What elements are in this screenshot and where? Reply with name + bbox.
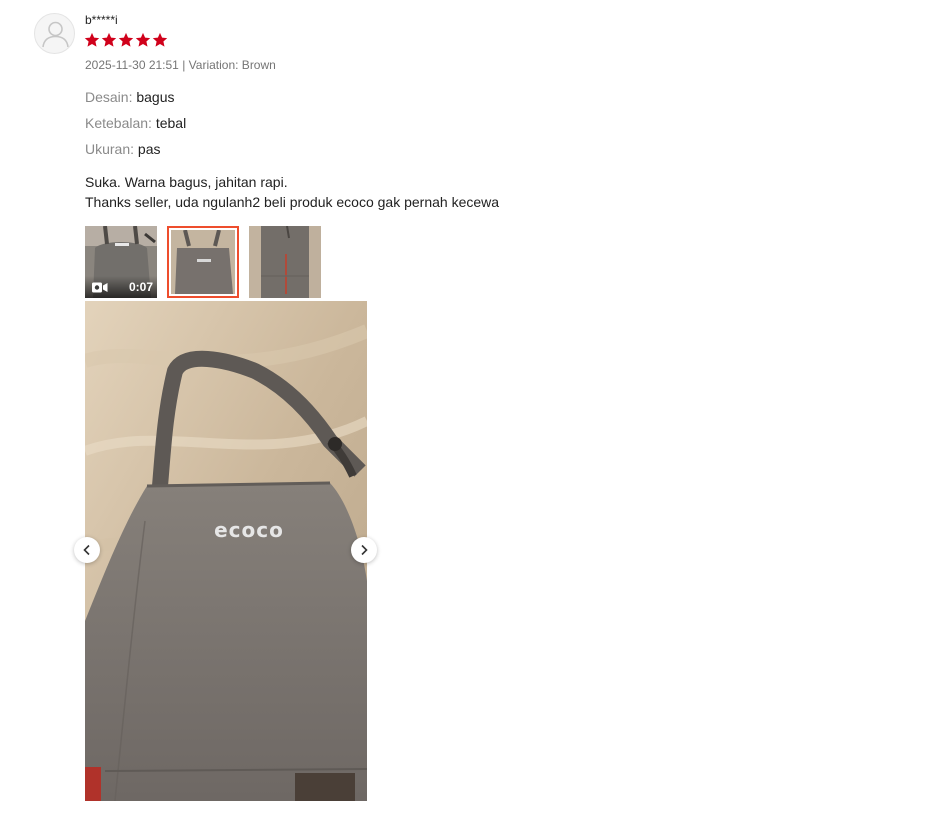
star-icon [135,32,151,47]
photo-thumbnail-selected[interactable] [167,226,239,298]
video-duration: 0:07 [128,280,153,294]
apron-photo-thumbnail [249,226,321,298]
attribute-label: Desain: [85,89,133,105]
video-thumbnail[interactable]: 0:07 [85,226,157,298]
attribute-value: bagus [136,89,175,105]
user-silhouette-icon [42,21,69,48]
meta-separator: | [182,58,186,72]
star-icon [152,32,168,47]
star-icon [118,32,134,47]
previous-media-button[interactable] [74,537,100,563]
avatar [34,13,75,54]
star-icon [84,32,100,47]
chevron-right-icon [361,544,368,556]
apron-product-photo: ecoco [85,301,367,801]
video-camera-icon [92,282,108,293]
media-thumbnails: 0:07 [85,226,325,298]
review-comment: Suka. Warna bagus, jahitan rapi. Thanks … [85,172,499,212]
next-media-button[interactable] [351,537,377,563]
attribute-label: Ketebalan: [85,115,152,131]
star-icon [101,32,117,47]
comment-line: Thanks seller, uda ngulanh2 beli produk … [85,194,500,210]
rating-stars [84,32,168,48]
attribute-ketebalan: Ketebalan: tebal [85,114,186,132]
attribute-value: pas [137,141,161,157]
review-meta: 2025-11-30 21:51 | Variation: Brown [85,58,276,72]
attribute-label: Ukuran: [85,141,135,157]
attribute-ukuran: Ukuran: pas [85,140,161,158]
review-variation: Variation: Brown [188,58,276,72]
chevron-left-icon [83,544,90,556]
apron-logo: ecoco [214,518,284,542]
product-review: b*****i 2025-11-30 21:51 | Variation: Br… [0,0,940,815]
reviewer-username: b*****i [85,13,118,27]
apron-photo-thumbnail [171,230,235,294]
comment-line: Suka. Warna bagus, jahitan rapi. [85,174,288,190]
photo-thumbnail[interactable] [249,226,321,298]
main-media-viewer: ecoco [85,301,367,801]
review-date: 2025-11-30 21:51 [85,58,179,72]
attribute-value: tebal [155,115,187,131]
attribute-desain: Desain: bagus [85,88,175,106]
